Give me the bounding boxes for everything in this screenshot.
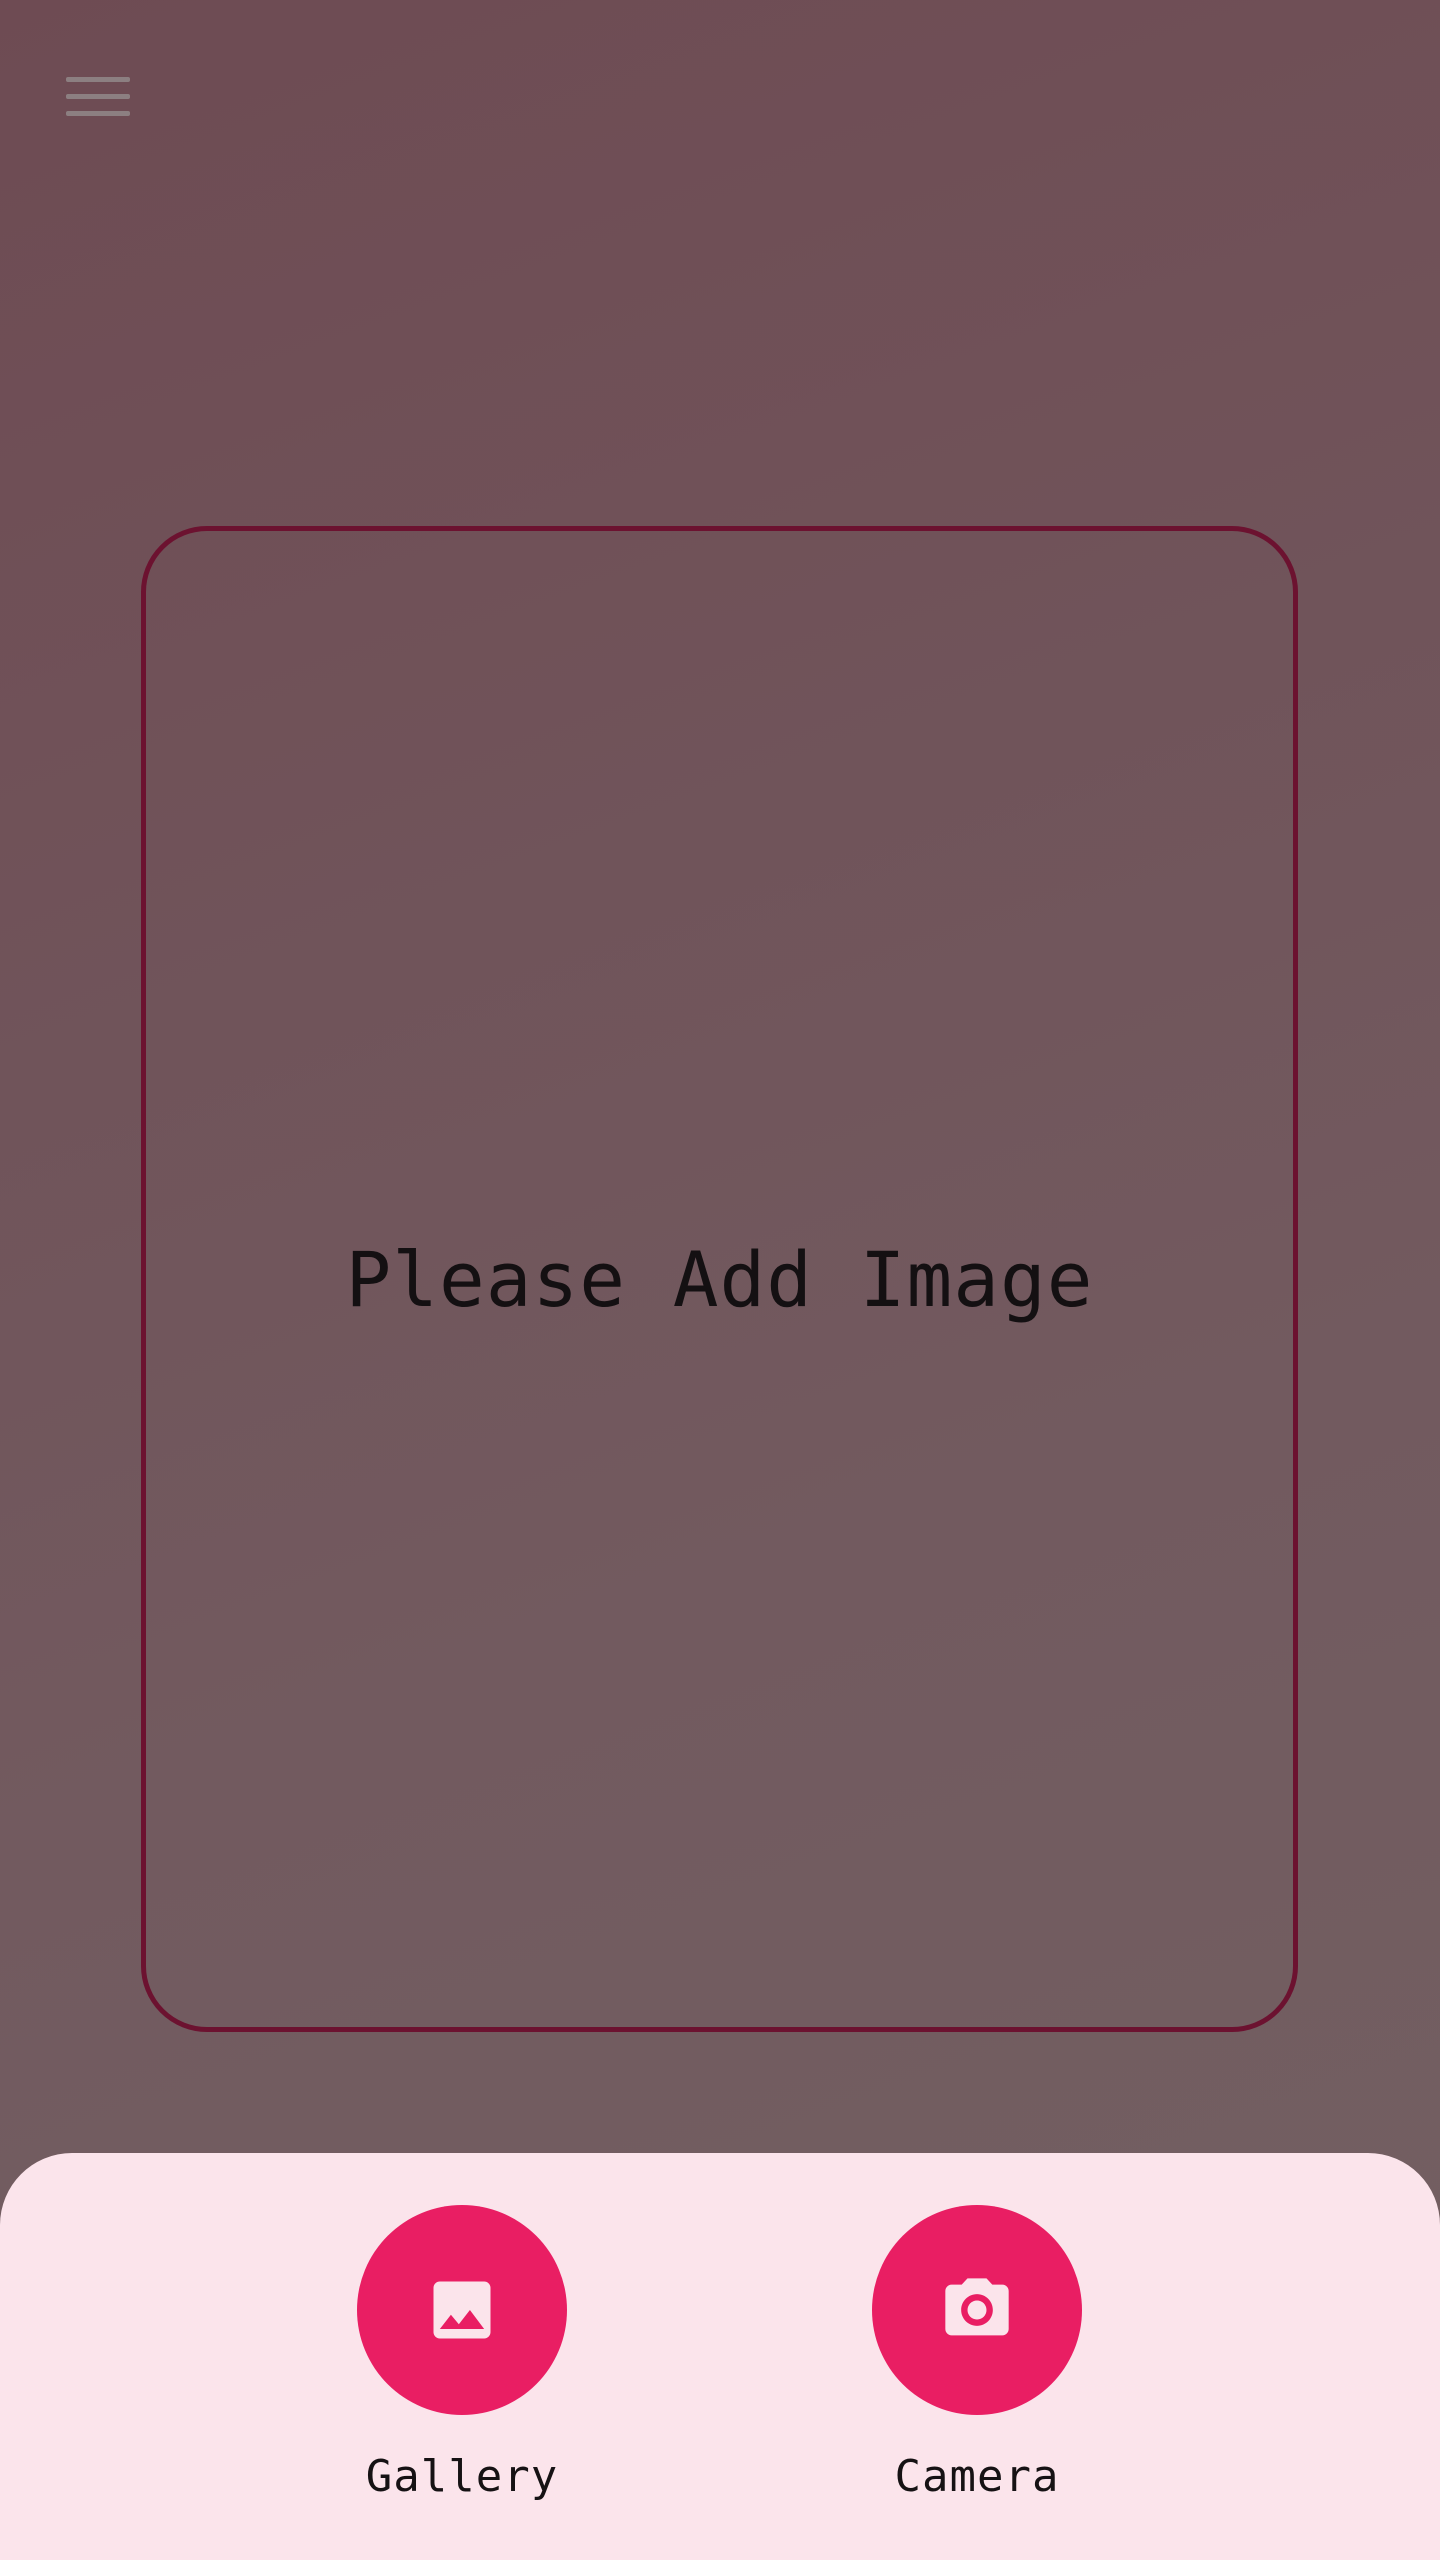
menu-button[interactable]	[56, 60, 140, 132]
bottom-action-sheet: Gallery Camera	[0, 2153, 1440, 2560]
camera-label: Camera	[894, 2451, 1060, 2502]
gallery-button[interactable]	[357, 2205, 567, 2415]
camera-button[interactable]	[872, 2205, 1082, 2415]
image-icon	[433, 2281, 491, 2339]
hamburger-menu-icon-bar	[66, 110, 130, 116]
gallery-label: Gallery	[365, 2451, 559, 2502]
hamburger-menu-icon-bar	[66, 93, 130, 99]
gallery-action: Gallery	[332, 2205, 592, 2502]
camera-icon	[945, 2278, 1009, 2336]
image-placeholder-text: Please Add Image	[345, 1234, 1094, 1324]
app-screen: Please Add Image Gallery Camera	[0, 0, 1440, 2560]
hamburger-menu-icon	[66, 76, 130, 82]
image-preview-frame: Please Add Image	[141, 526, 1298, 2032]
camera-action: Camera	[847, 2205, 1107, 2502]
